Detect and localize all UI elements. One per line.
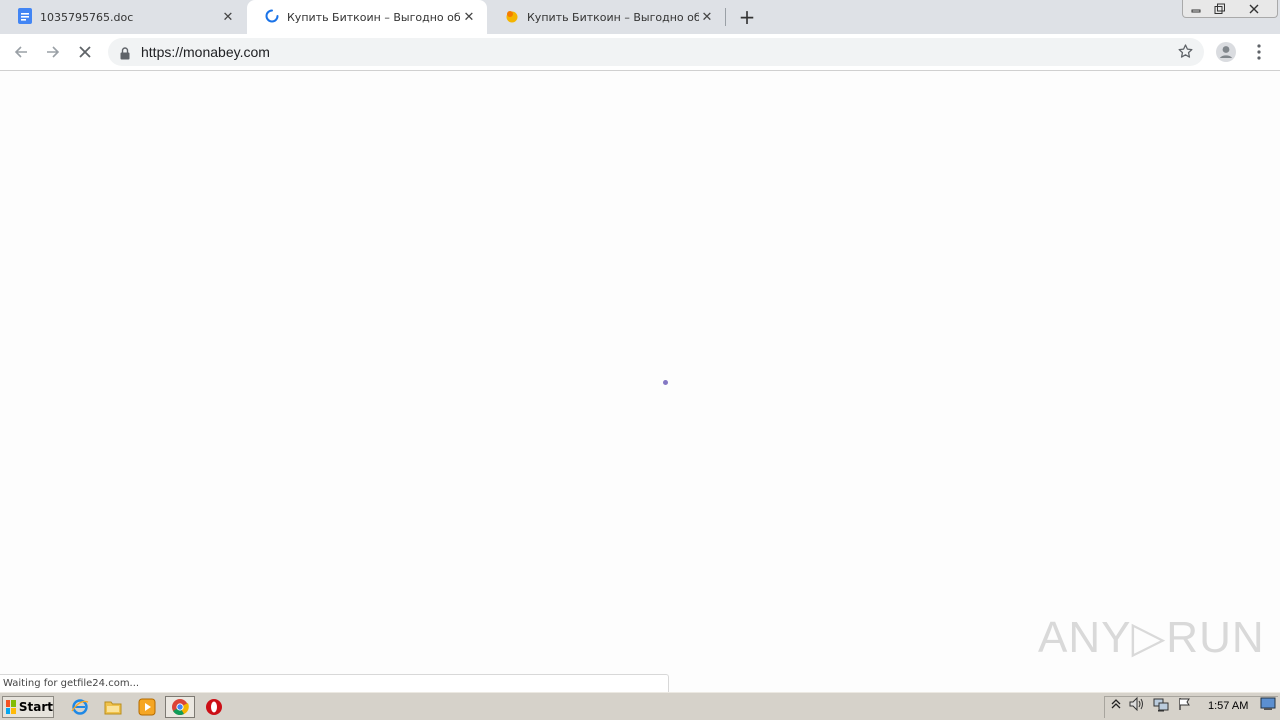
restore-button[interactable]: [1208, 0, 1232, 18]
tab-title: Купить Биткоин – Выгодно обмен: [287, 10, 461, 24]
stop-loading-button[interactable]: [72, 39, 98, 65]
tab-close-icon[interactable]: ✕: [220, 9, 236, 25]
forward-arrow-icon: [47, 46, 60, 58]
chrome-icon[interactable]: [165, 696, 195, 718]
back-button[interactable]: [8, 39, 34, 65]
show-desktop-icon[interactable]: [1260, 696, 1276, 712]
ie-icon[interactable]: [69, 697, 91, 717]
media-player-icon[interactable]: [136, 697, 158, 717]
url-text[interactable]: https://monabey.com: [141, 44, 270, 60]
tab-monabey[interactable]: Купить Биткоин – Выгодно обмен ✕: [487, 0, 725, 34]
tab-separator: [725, 8, 726, 26]
site-favicon-icon: [505, 9, 519, 26]
page-viewport: ANY▷RUN Waiting for getfile24.com...: [0, 72, 1280, 692]
status-bubble: Waiting for getfile24.com...: [0, 674, 669, 692]
new-tab-button[interactable]: +: [736, 6, 758, 28]
avatar-icon: [1216, 42, 1236, 62]
close-window-button[interactable]: [1232, 0, 1276, 18]
windows-taskbar: Start 1:57 AM: [0, 692, 1280, 720]
tab-close-icon[interactable]: ✕: [461, 9, 477, 25]
kebab-menu-icon: [1257, 44, 1261, 60]
anyrun-watermark: ANY▷RUN: [1038, 613, 1265, 662]
start-button[interactable]: Start: [2, 696, 54, 718]
loading-spinner-icon: [265, 9, 279, 26]
bookmark-star-icon[interactable]: [1177, 43, 1194, 64]
menu-button[interactable]: [1246, 39, 1272, 65]
profile-avatar-button[interactable]: [1213, 39, 1239, 65]
back-arrow-icon: [14, 46, 27, 58]
tab-strip: 1035795765.doc ✕ Купить Биткоин – Выгодн…: [0, 0, 1280, 34]
tab-doc[interactable]: 1035795765.doc ✕: [0, 0, 246, 34]
network-icon[interactable]: [1153, 696, 1169, 712]
taskbar-clock[interactable]: 1:57 AM: [1208, 700, 1248, 712]
volume-icon[interactable]: [1129, 696, 1145, 712]
browser-toolbar: https://monabey.com: [0, 34, 1280, 71]
tab-monabey-active[interactable]: Купить Биткоин – Выгодно обмен ✕: [247, 0, 487, 34]
explorer-icon[interactable]: [102, 697, 124, 717]
tab-title: 1035795765.doc: [40, 10, 134, 24]
tab-title: Купить Биткоин – Выгодно обмен: [527, 10, 699, 24]
forward-button[interactable]: [40, 39, 66, 65]
address-bar[interactable]: https://monabey.com: [108, 38, 1204, 66]
tab-close-icon[interactable]: ✕: [699, 9, 715, 25]
opera-icon[interactable]: [203, 697, 225, 717]
page-loading-indicator: [663, 380, 668, 385]
stop-icon: [79, 46, 91, 58]
minimize-button[interactable]: [1184, 0, 1208, 18]
action-center-flag-icon[interactable]: [1177, 696, 1193, 712]
show-hidden-icon[interactable]: [1108, 696, 1124, 712]
start-label: Start: [18, 700, 53, 714]
lock-icon[interactable]: [120, 45, 130, 64]
docs-icon: [18, 7, 32, 27]
windows-logo-icon: [6, 700, 16, 714]
